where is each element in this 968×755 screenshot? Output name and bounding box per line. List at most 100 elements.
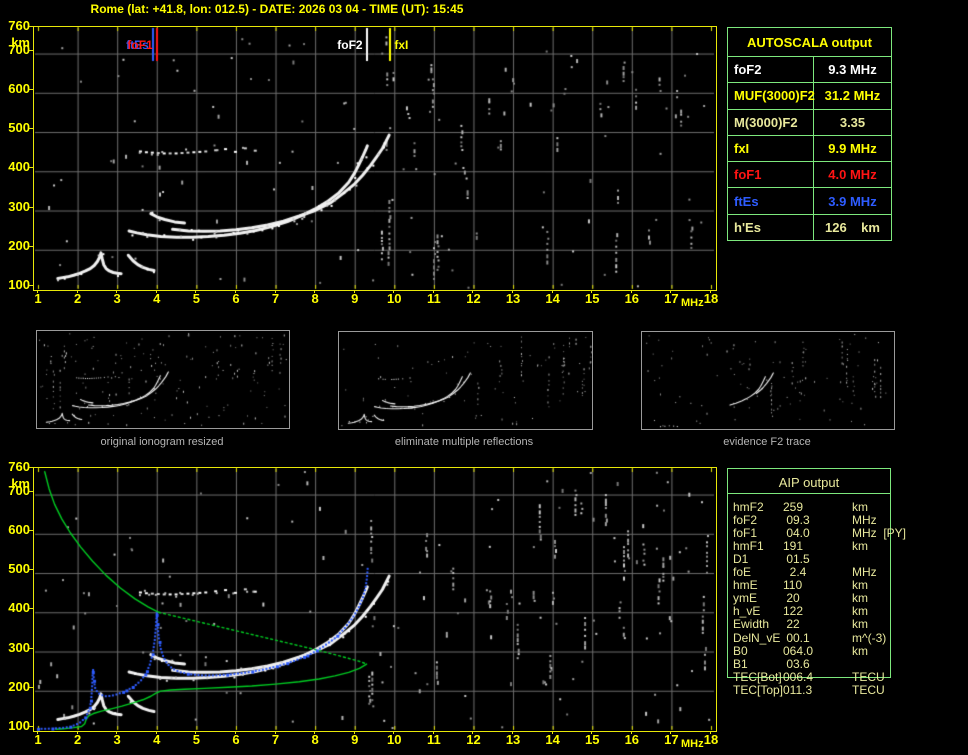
- x-tick-label: 5: [192, 732, 200, 747]
- x-tick-label: 16: [624, 291, 640, 306]
- aip-param-value: 259: [783, 500, 804, 514]
- autoscala-row-fxI: fxI 9.9 MHz: [728, 134, 891, 162]
- aip-param-label: TEC[Bot]: [733, 669, 782, 684]
- y-tick-label: 760: [8, 459, 30, 474]
- aip-param-value: 064.0: [783, 643, 814, 658]
- bottom-inversion-plot: [33, 467, 717, 732]
- aip-param-label: TEC[Top]: [733, 682, 784, 697]
- aip-param-unit: m^(-3): [852, 630, 887, 645]
- autoscala-row-MUF(3000)F2: MUF(3000)F2 31.2 MHz: [728, 82, 891, 109]
- x-tick-label: 14: [545, 291, 560, 306]
- autoscala-row-h'Es: h'Es 126 km: [728, 213, 891, 240]
- aip-param-value: 006.4: [783, 669, 814, 684]
- aip-param-label: foE: [733, 565, 752, 580]
- aip-param-unit: km: [852, 578, 868, 593]
- marker-label-foF1: foF1: [127, 38, 153, 52]
- aip-param-label: Ewidth: [733, 617, 770, 632]
- x-tick-label: 7: [271, 732, 280, 747]
- aip-param-value: 00.1: [783, 630, 810, 645]
- bottom-inversion-canvas: [34, 468, 716, 731]
- autoscala-param-label: MUF(3000)F2: [728, 83, 815, 109]
- aip-param-value: 04.0: [783, 526, 810, 541]
- x-tick-label: 10: [387, 732, 402, 747]
- y-tick-label: 600: [8, 521, 30, 537]
- autoscala-param-value: 3.9 MHz: [828, 193, 877, 209]
- autoscala-row-foF2: foF2 9.3 MHz: [728, 56, 891, 83]
- thumbnail-eliminate-reflections: [338, 331, 593, 430]
- station-date-title: Rome (lat: +41.8, lon: 012.5) - DATE: 20…: [90, 2, 464, 16]
- x-tick-label: 7: [271, 291, 280, 306]
- y-tick-label: 500: [8, 120, 30, 136]
- x-tick-label: 8: [311, 291, 319, 306]
- top-ionogram-plot: ftEs foF1 foF2 fxI: [33, 26, 717, 291]
- x-tick-label: 15: [584, 732, 600, 747]
- autoscala-table-header: AUTOSCALA output: [747, 34, 872, 50]
- aip-panel-header: AIP output: [778, 475, 840, 490]
- y-axis-unit-label: km: [11, 35, 30, 50]
- aip-param-label: D1: [733, 552, 749, 567]
- x-axis-unit-label: MHz: [681, 297, 704, 309]
- x-tick-label: 11: [427, 732, 441, 747]
- x-tick-label: 12: [466, 291, 481, 306]
- aip-param-value: 09.3: [783, 513, 810, 528]
- x-tick-label: 13: [505, 732, 521, 747]
- autoscala-param-label: M(3000)F2: [728, 109, 814, 135]
- autoscala-param-value: 3.35: [839, 114, 866, 130]
- aip-param-value: 191: [783, 539, 804, 554]
- y-tick-label: 400: [8, 159, 30, 175]
- x-axis-unit-label: MHz: [681, 738, 704, 750]
- aip-param-label: hmF1: [733, 539, 764, 554]
- autoscala-row-M(3000)F2: M(3000)F2 3.35: [728, 108, 891, 135]
- aip-param-label: B1: [733, 656, 748, 671]
- autoscala-param-value: 126 km: [825, 219, 880, 235]
- aip-param-value: 122: [783, 604, 804, 619]
- thumbnail-original-canvas: [37, 331, 289, 428]
- aip-param-unit: km: [852, 643, 868, 658]
- aip-param-unit: km: [852, 500, 868, 514]
- x-tick-label: 14: [545, 732, 560, 747]
- y-tick-label: 760: [8, 18, 30, 33]
- thumbnail-label: eliminate multiple reflections: [394, 436, 534, 448]
- aip-param-value: 20: [783, 591, 800, 606]
- autoscala-param-value: 9.3 MHz: [828, 62, 877, 78]
- thumbnail-label: evidence F2 trace: [723, 436, 811, 448]
- y-axis-unit-label: km: [11, 476, 30, 491]
- autoscala-param-label: foF1: [728, 162, 814, 188]
- y-tick-label: 100: [8, 277, 30, 292]
- aip-param-unit: MHz: [852, 565, 877, 580]
- y-tick-label: 400: [8, 600, 30, 616]
- x-tick-label: 6: [232, 291, 240, 306]
- y-tick-label: 300: [8, 639, 30, 655]
- aip-param-value: 2.4: [783, 565, 807, 580]
- aip-param-label: foF1: [733, 526, 758, 541]
- x-tick-label: 3: [113, 291, 121, 306]
- aip-param-label: ymE: [733, 591, 757, 606]
- x-tick-label: 5: [192, 291, 200, 306]
- autoscala-param-label: fxI: [728, 135, 814, 162]
- thumbnail-evidence-canvas: [642, 332, 894, 429]
- aip-param-value: 110: [783, 578, 803, 593]
- autoscala-row-ftEs: ftEs 3.9 MHz: [728, 187, 891, 214]
- aip-output-panel: AIP output hmF2 259 km foF2 09.3 MHz foF1 04.…: [727, 468, 906, 700]
- x-tick-label: 11: [427, 291, 441, 306]
- x-tick-label: 9: [351, 291, 359, 306]
- autoscala-param-value: 31.2 MHz: [824, 88, 881, 104]
- x-tick-label: 4: [153, 732, 161, 747]
- aip-param-unit: MHz: [852, 513, 877, 528]
- autoscala-param-label: foF2: [728, 57, 814, 83]
- x-tick-label: 3: [113, 732, 121, 747]
- x-tick-label: 10: [387, 291, 402, 306]
- y-tick-label: 200: [8, 237, 30, 253]
- x-tick-label: 13: [505, 291, 521, 306]
- aip-param-value: 01.5: [783, 552, 810, 567]
- x-tick-label: 15: [584, 291, 600, 306]
- thumbnail-evidence-f2: [641, 331, 895, 430]
- marker-label-foF2: foF2: [337, 38, 363, 52]
- y-tick-label: 200: [8, 678, 30, 694]
- aip-header-divider: [727, 493, 891, 494]
- y-tick-label: 300: [8, 198, 30, 214]
- x-tick-label: 2: [73, 732, 82, 747]
- autoscala-param-value: 4.0 MHz: [828, 167, 877, 183]
- x-tick-label: 17: [664, 291, 679, 306]
- aip-param-unit: km: [852, 604, 868, 619]
